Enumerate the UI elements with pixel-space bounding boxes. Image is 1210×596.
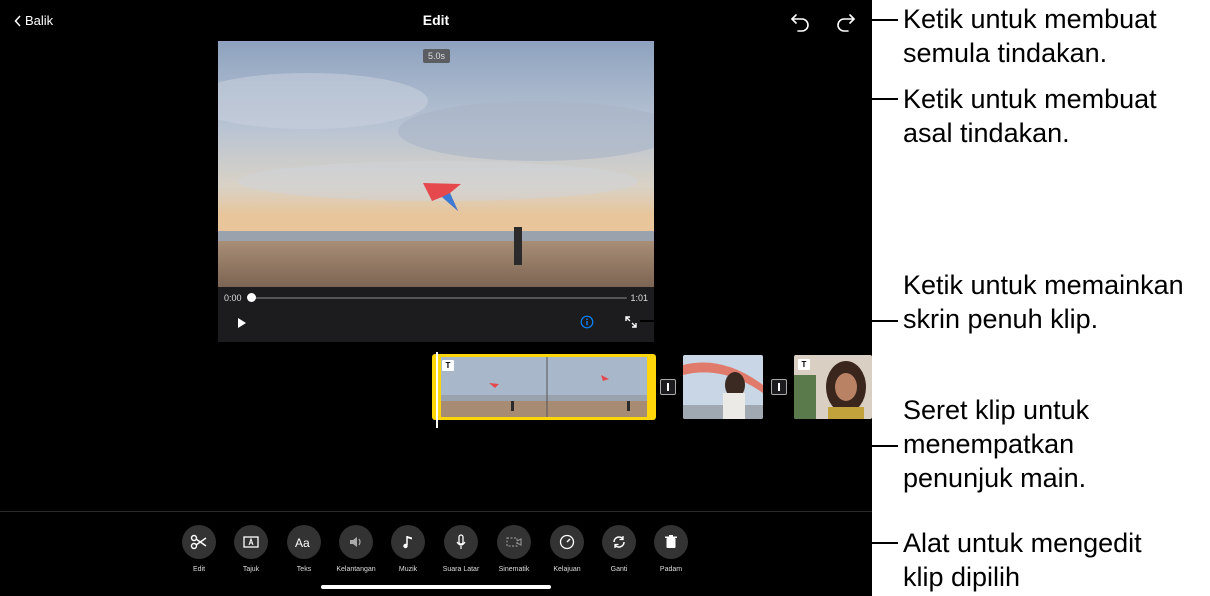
replace-icon	[613, 536, 625, 548]
callout-drag: Seret klip untuk menempatkan penunjuk ma…	[903, 393, 1089, 495]
callout-drag-line3: penunjuk main.	[903, 463, 1087, 493]
callout-line-fullscreen	[640, 320, 898, 322]
text-icon: Aa	[295, 536, 310, 550]
tool-speed-label: Kelajuan	[553, 566, 581, 573]
callout-tools: Alat untuk mengedit klip dipilih	[903, 526, 1142, 594]
music-icon	[403, 536, 412, 549]
title-badge-3: T	[798, 359, 810, 370]
callout-drag-line2: menempatkan	[903, 429, 1075, 459]
callout-tools-line2: klip dipilih	[903, 562, 1021, 592]
time-total: 1:01	[630, 293, 648, 303]
microphone-icon	[456, 534, 466, 549]
scrubber-track[interactable]	[249, 297, 627, 299]
callout-redo-line2: asal tindakan.	[903, 118, 1070, 148]
transition-button-1[interactable]	[660, 379, 676, 395]
tool-music-label: Muzik	[398, 566, 418, 573]
tool-edit[interactable]: Edit	[169, 525, 229, 573]
callout-undo: Ketik untuk membuat semula tindakan.	[903, 2, 1157, 70]
video-viewer: 5.0s 0:00 1:01	[218, 41, 654, 342]
selected-clip[interactable]	[432, 354, 656, 420]
callout-redo-line1: Ketik untuk membuat	[903, 84, 1157, 114]
page-title: Edit	[422, 12, 450, 28]
tool-cinematic-label: Sinematik	[498, 566, 530, 573]
toolbar-divider	[0, 511, 872, 512]
video-preview[interactable]: 5.0s	[218, 41, 654, 287]
play-icon[interactable]	[234, 316, 248, 330]
info-icon[interactable]	[580, 315, 594, 329]
callout-undo-line2: semula tindakan.	[903, 38, 1108, 68]
undo-icon[interactable]	[788, 10, 812, 34]
tool-speed[interactable]: Kelajuan	[537, 525, 597, 573]
callout-fullscreen: Ketik untuk memainkan skrin penuh klip.	[903, 268, 1184, 336]
callout-fullscreen-line2: skrin penuh klip.	[903, 304, 1099, 334]
playhead[interactable]	[436, 352, 438, 428]
tool-edit-label: Edit	[192, 566, 206, 573]
fullscreen-icon[interactable]	[624, 315, 638, 329]
tool-volume[interactable]: Kelantangan	[326, 525, 386, 573]
kite-woman-image	[683, 355, 763, 419]
callout-line-drag	[434, 445, 898, 447]
svg-text:Aa: Aa	[295, 536, 310, 550]
callout-drag-line1: Seret klip untuk	[903, 395, 1090, 425]
callout-line-redo	[800, 98, 898, 100]
cinematic-icon	[506, 537, 522, 547]
callout-redo: Ketik untuk membuat asal tindakan.	[903, 82, 1157, 150]
tool-voiceover[interactable]: Suara Latar	[431, 525, 491, 573]
redo-icon[interactable]	[834, 10, 858, 34]
scissors-icon	[190, 534, 207, 550]
callout-fullscreen-line1: Ketik untuk memainkan	[903, 270, 1184, 300]
tool-title-label: Tajuk	[242, 566, 260, 573]
duration-badge: 5.0s	[423, 49, 451, 63]
imovie-screen: Balik Edit 5.0s 0:00 1:01 T T Edit Tajuk…	[0, 0, 872, 596]
beach-kite-image	[218, 41, 654, 287]
tool-text[interactable]: Aa Teks	[274, 525, 334, 573]
clip-thumbnail	[441, 357, 647, 417]
tool-replace-label: Ganti	[610, 566, 628, 573]
tool-cinematic[interactable]: Sinematik	[484, 525, 544, 573]
tool-delete[interactable]: Padam	[641, 525, 701, 573]
callout-tools-line1: Alat untuk mengedit	[903, 528, 1142, 558]
tool-title[interactable]: Tajuk	[221, 525, 281, 573]
clip-thumbnail-2[interactable]	[683, 355, 763, 419]
callout-line-undo	[856, 19, 898, 21]
title-badge: T	[442, 360, 454, 371]
speed-icon	[559, 534, 575, 550]
tool-volume-label: Kelantangan	[336, 566, 376, 573]
time-current: 0:00	[224, 293, 242, 303]
tool-replace[interactable]: Ganti	[589, 525, 649, 573]
callout-undo-line1: Ketik untuk membuat	[903, 4, 1157, 34]
tool-delete-label: Padam	[659, 566, 683, 573]
volume-icon	[350, 537, 361, 547]
tool-voiceover-label: Suara Latar	[442, 566, 480, 573]
title-icon	[243, 536, 259, 548]
callout-line-tools	[693, 542, 898, 544]
transition-button-2[interactable]	[771, 379, 787, 395]
scrubber-knob[interactable]	[247, 293, 256, 302]
tool-music[interactable]: Muzik	[378, 525, 438, 573]
callout-line-redo-vertical	[800, 38, 802, 100]
tool-text-label: Teks	[296, 566, 312, 573]
trash-icon	[665, 535, 677, 548]
home-indicator	[321, 585, 551, 589]
